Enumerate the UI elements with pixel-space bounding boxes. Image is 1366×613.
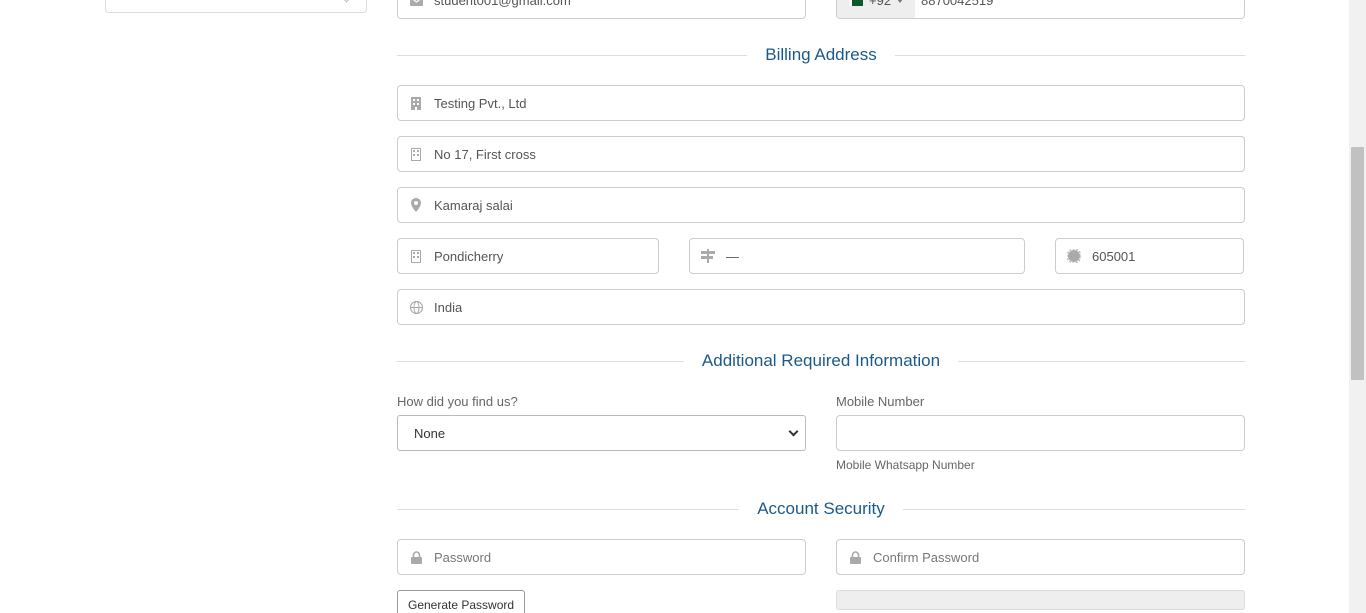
mobile-number-input[interactable] — [836, 415, 1245, 451]
divider — [894, 54, 1246, 56]
country-code-selector[interactable]: +92 — [837, 0, 915, 18]
address1-value: No 17, First cross — [434, 146, 536, 162]
find-us-select[interactable]: None — [397, 415, 806, 451]
map-marker-icon — [398, 198, 434, 212]
divider — [902, 508, 1245, 510]
state-value: — — [726, 248, 739, 264]
divider — [397, 360, 684, 362]
company-value: Testing Pvt., Ltd — [434, 95, 527, 111]
find-us-label: How did you find us? — [397, 394, 518, 409]
postcode-field[interactable]: 605001 — [1055, 238, 1244, 274]
envelope-icon — [398, 0, 434, 6]
country-code: +92 — [869, 0, 892, 8]
chevron-down-icon[interactable] — [341, 0, 352, 3]
company-name-field[interactable]: Testing Pvt., Ltd — [397, 85, 1245, 121]
billing-section-title: Billing Address — [397, 44, 1246, 66]
section-heading: Account Security — [757, 499, 885, 518]
section-heading: Billing Address — [765, 45, 877, 64]
confirm-password-placeholder: Confirm Password — [873, 549, 980, 565]
address2-field[interactable]: Kamaraj salai — [397, 187, 1245, 223]
building-icon — [398, 249, 434, 263]
country-value: India — [434, 299, 463, 315]
phone-value: 8870042519 — [921, 0, 994, 8]
confirm-password-input[interactable]: Confirm Password — [836, 539, 1245, 575]
scrollbar-thumb[interactable] — [1351, 147, 1364, 380]
generate-password-button[interactable]: Generate Password — [397, 590, 526, 613]
chevron-down-icon — [788, 426, 799, 437]
globe-icon — [398, 300, 434, 314]
certificate-icon — [1056, 249, 1092, 263]
building-icon — [398, 147, 434, 161]
email-value: student001@gmail.com — [434, 0, 571, 8]
divider — [958, 360, 1245, 362]
password-input[interactable]: Password — [397, 539, 806, 575]
section-heading: Additional Required Information — [701, 351, 941, 370]
country-field[interactable]: India — [397, 289, 1245, 325]
flag-icon — [849, 0, 863, 6]
state-select[interactable]: — — [689, 238, 1025, 274]
building-icon — [398, 96, 434, 110]
password-strength-meter — [836, 590, 1245, 610]
city-value: Pondicherry — [434, 248, 504, 264]
address2-value: Kamaraj salai — [434, 197, 513, 213]
find-us-selected: None — [414, 425, 446, 441]
divider — [397, 508, 740, 510]
lock-icon — [837, 550, 873, 564]
city-field[interactable]: Pondicherry — [397, 238, 659, 274]
mobile-help-text: Mobile Whatsapp Number — [836, 458, 975, 472]
email-field[interactable]: student001@gmail.com — [397, 0, 806, 19]
security-section-title: Account Security — [397, 498, 1245, 520]
mobile-label: Mobile Number — [836, 394, 925, 409]
phone-field[interactable]: +92 8870042519 — [836, 0, 1245, 19]
signpost-icon — [690, 249, 726, 263]
page-scrollbar[interactable] — [1349, 0, 1366, 613]
lock-icon — [398, 550, 434, 564]
sidebar-panel — [105, 0, 367, 13]
additional-section-title: Additional Required Information — [397, 350, 1245, 372]
address1-field[interactable]: No 17, First cross — [397, 136, 1245, 172]
postcode-value: 605001 — [1092, 248, 1136, 264]
caret-down-icon — [897, 0, 904, 3]
password-placeholder: Password — [434, 549, 492, 565]
divider — [397, 54, 748, 56]
